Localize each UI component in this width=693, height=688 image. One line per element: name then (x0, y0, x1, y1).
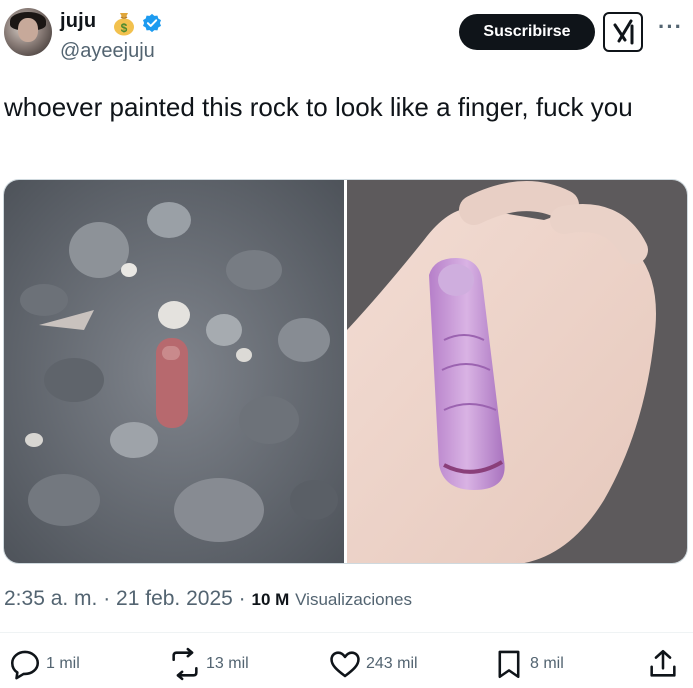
tweet-meta: 2:35 a. m. · 21 feb. 2025 · 10 M Visuali… (4, 587, 412, 611)
reply-count: 1 mil (46, 655, 80, 672)
divider (0, 632, 693, 633)
tweet-text: whoever painted this rock to look like a… (4, 92, 633, 122)
svg-text:$: $ (121, 21, 128, 35)
rock-in-hand-photo[interactable] (347, 180, 688, 564)
bookmark-icon (498, 650, 520, 679)
repost-icon (172, 647, 198, 681)
views-count: 10 M (251, 590, 290, 609)
bookmark-count: 8 mil (530, 655, 564, 672)
like-count: 243 mil (366, 655, 418, 672)
subscribe-button[interactable]: Suscribirse (459, 14, 595, 50)
grok-glyph (613, 19, 634, 45)
author-name[interactable]: juju (60, 10, 96, 33)
views-label: Visualizaciones (295, 590, 413, 609)
share-icon (650, 649, 676, 677)
more-dots-icon[interactable]: ··· (658, 14, 683, 40)
action-bar: 1 mil 13 mil 243 mil 8 mil (0, 644, 693, 684)
media-images (4, 180, 688, 564)
heart-icon (330, 651, 360, 678)
grok-icon[interactable] (603, 12, 643, 52)
reply-button[interactable]: 1 mil (8, 644, 80, 684)
like-button[interactable]: 243 mil (328, 644, 418, 684)
money-bag-icon: $ (114, 13, 134, 36)
media-grid[interactable] (3, 179, 688, 564)
bookmark-button[interactable]: 8 mil (492, 644, 564, 684)
reply-icon (10, 650, 40, 680)
repost-button[interactable]: 13 mil (168, 644, 249, 684)
share-button[interactable] (646, 644, 680, 684)
rock-on-pebbles-photo[interactable] (4, 180, 344, 564)
verified-badge-icon (143, 13, 161, 33)
avatar[interactable] (4, 8, 52, 56)
author-handle[interactable]: @ayeejuju (60, 40, 155, 63)
avatar-face (18, 18, 38, 42)
tweet-header: juju $ @ayeejuju Suscribirse ··· (0, 0, 693, 80)
timestamp[interactable]: 2:35 a. m. · 21 feb. 2025 · (4, 587, 246, 610)
image-divider (344, 180, 347, 563)
repost-count: 13 mil (206, 655, 249, 672)
